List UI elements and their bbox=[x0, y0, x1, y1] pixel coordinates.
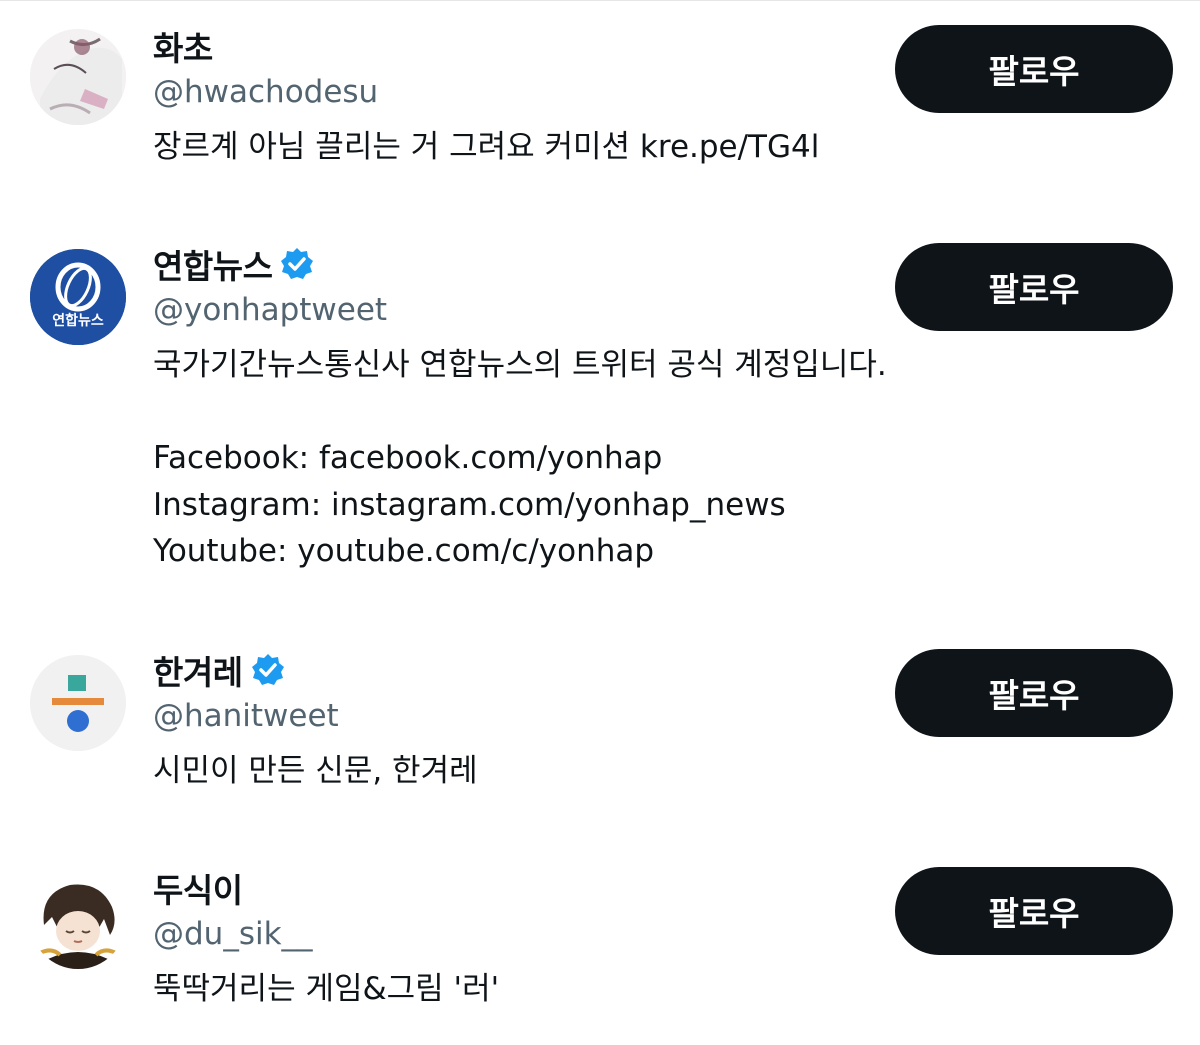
bio: 뚝딱거리는 게임&그림 '러' bbox=[153, 971, 500, 1007]
avatar[interactable] bbox=[30, 873, 126, 969]
follow-button[interactable]: 팔로우 bbox=[895, 25, 1173, 113]
handle[interactable]: @hanitweet bbox=[153, 694, 893, 738]
name-line: 연합뉴스 bbox=[153, 242, 893, 286]
yonhap-logo-icon: 연합뉴스 bbox=[30, 249, 126, 345]
avatar[interactable]: 연합뉴스 bbox=[30, 249, 126, 345]
bio: 국가기간뉴스통신사 연합뉴스의 트위터 공식 계정입니다. Facebook: … bbox=[153, 347, 887, 569]
handle[interactable]: @du_sik__ bbox=[153, 912, 893, 956]
who-to-follow-list: 화초 @hwachodesu 장르계 아님 끌리는 거 그려요 커미션 kre.… bbox=[0, 0, 1200, 1045]
name-line: 한겨레 bbox=[153, 648, 893, 692]
account-meta: 화초 @hwachodesu 장르계 아님 끌리는 거 그려요 커미션 kre.… bbox=[153, 24, 893, 171]
bio: 시민이 만든 신문, 한겨레 bbox=[153, 753, 478, 789]
anime-character-avatar-icon bbox=[30, 873, 126, 969]
bio: 장르계 아님 끌리는 거 그려요 커미션 kre.pe/TG4l bbox=[153, 129, 820, 165]
follow-button[interactable]: 팔로우 bbox=[895, 649, 1173, 737]
account-meta: 두식이 @du_sik__ 뚝딱거리는 게임&그림 '러' bbox=[153, 866, 893, 1013]
display-name[interactable]: 한겨레 bbox=[153, 646, 243, 694]
sketch-avatar-icon bbox=[30, 29, 126, 125]
avatar[interactable] bbox=[30, 655, 126, 751]
account-meta: 한겨레 @hanitweet 시민이 만든 신문, 한겨레 bbox=[153, 648, 893, 795]
verified-badge-icon bbox=[280, 247, 314, 281]
handle[interactable]: @hwachodesu bbox=[153, 70, 893, 114]
handle[interactable]: @yonhaptweet bbox=[153, 288, 893, 332]
display-name[interactable]: 두식이 bbox=[153, 864, 243, 912]
display-name[interactable]: 화초 bbox=[153, 22, 213, 70]
follow-button[interactable]: 팔로우 bbox=[895, 243, 1173, 331]
name-line: 화초 bbox=[153, 24, 893, 68]
hankyoreh-logo-icon bbox=[30, 655, 126, 751]
avatar[interactable] bbox=[30, 29, 126, 125]
verified-badge-icon bbox=[251, 653, 285, 687]
yonhap-logo-text: 연합뉴스 bbox=[52, 312, 104, 329]
account-meta: 연합뉴스 @yonhaptweet 국가기간뉴스통신사 연합뉴스의 트위터 공식… bbox=[153, 242, 893, 575]
display-name[interactable]: 연합뉴스 bbox=[153, 240, 273, 288]
name-line: 두식이 bbox=[153, 866, 893, 910]
follow-button[interactable]: 팔로우 bbox=[895, 867, 1173, 955]
